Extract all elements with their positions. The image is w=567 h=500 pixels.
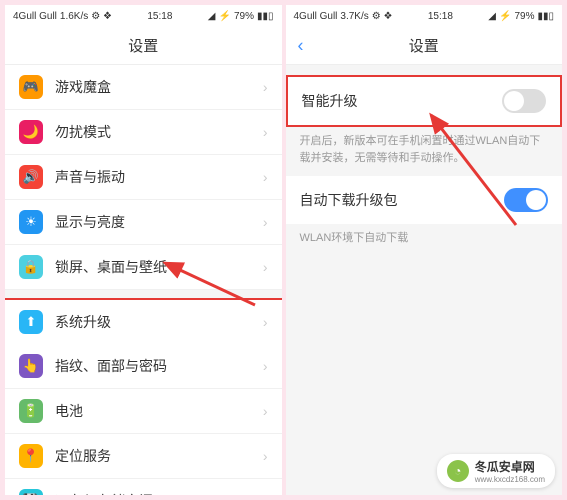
item-icon: 🔊 <box>19 165 43 189</box>
item-label: 运存与存储空间 <box>55 491 263 495</box>
item-icon: 💾 <box>19 489 43 495</box>
item-label: 游戏魔盒 <box>55 77 263 97</box>
settings-item-7[interactable]: 🔋 电池› <box>5 389 282 434</box>
item-label: 指纹、面部与密码 <box>55 356 263 376</box>
status-bar: 4Gull Gull 3.7K/s ⚙ ❖ 15:18 ◢ ⚡ 79% ▮▮▯ <box>286 5 563 27</box>
auto-download-toggle[interactable] <box>504 188 548 212</box>
wifi-icon: ⚡ <box>499 11 511 22</box>
settings-item-0[interactable]: 🎮 游戏魔盒› <box>5 65 282 110</box>
settings-item-2[interactable]: 🔊 声音与振动› <box>5 155 282 200</box>
network-label: 4Gull Gull <box>13 11 57 22</box>
chevron-right-icon: › <box>263 448 268 464</box>
item-icon: 🎮 <box>19 75 43 99</box>
settings-list: 🎮游戏魔盒›🌙勿扰模式›🔊声音与振动›☀显示与亮度›🔒锁屏、桌面与壁纸›⬆系统升… <box>5 65 282 495</box>
item-label: 显示与亮度 <box>55 212 263 232</box>
item-label: 声音与振动 <box>55 167 263 187</box>
android-icon: ◔ <box>447 460 469 482</box>
chevron-right-icon: › <box>263 314 268 330</box>
item-icon: 🔒 <box>19 255 43 279</box>
battery-icon: ▮▮▯ <box>537 11 554 22</box>
item-icon: 📍 <box>19 444 43 468</box>
battery-pct: 79% <box>234 11 254 22</box>
chevron-right-icon: › <box>263 124 268 140</box>
settings-item-1[interactable]: 🌙 勿扰模式› <box>5 110 282 155</box>
settings-item-8[interactable]: 📍 定位服务› <box>5 434 282 479</box>
item-label: 锁屏、桌面与壁纸 <box>55 257 263 277</box>
item-label: 系统升级 <box>55 312 263 332</box>
phone-left: 4Gull Gull 1.6K/s ⚙ ❖ 15:18 ◢ ⚡ 79% ▮▮▯ … <box>5 5 282 495</box>
smart-upgrade-toggle[interactable] <box>502 89 546 113</box>
header: 设置 <box>5 27 282 65</box>
wifi-icon: ⚡ <box>219 11 231 22</box>
chevron-right-icon: › <box>263 214 268 230</box>
auto-download-row[interactable]: 自动下载升级包 <box>286 176 563 224</box>
chevron-right-icon: › <box>263 79 268 95</box>
battery-icon: ▮▮▯ <box>257 11 274 22</box>
battery-pct: 79% <box>514 11 534 22</box>
speed-label: 1.6K/s <box>60 11 88 22</box>
settings-item-3[interactable]: ☀ 显示与亮度› <box>5 200 282 245</box>
settings-item-6[interactable]: 👆 指纹、面部与密码› <box>5 344 282 389</box>
status-bar: 4Gull Gull 1.6K/s ⚙ ❖ 15:18 ◢ ⚡ 79% ▮▮▯ <box>5 5 282 27</box>
watermark-name: 冬瓜安卓网 <box>475 460 535 474</box>
chevron-right-icon: › <box>263 259 268 275</box>
chevron-right-icon: › <box>263 169 268 185</box>
phone-right: 4Gull Gull 3.7K/s ⚙ ❖ 15:18 ◢ ⚡ 79% ▮▮▯ … <box>286 5 563 495</box>
smart-upgrade-label: 智能升级 <box>302 91 358 111</box>
settings-item-5[interactable]: ⬆ 系统升级› <box>5 298 282 346</box>
network-label: 4Gull Gull <box>294 11 338 22</box>
settings-item-9[interactable]: 💾 运存与存储空间› <box>5 479 282 495</box>
item-label: 定位服务 <box>55 446 263 466</box>
status-icons: ⚙ ❖ <box>372 11 393 22</box>
time-label: 15:18 <box>147 11 172 22</box>
item-label: 勿扰模式 <box>55 122 263 142</box>
signal-icon: ◢ <box>208 11 216 22</box>
watermark: ◔ 冬瓜安卓网 www.kxcdz168.com <box>437 454 555 488</box>
watermark-url: www.kxcdz168.com <box>475 475 545 484</box>
back-icon[interactable]: ‹ <box>298 35 304 56</box>
item-icon: 👆 <box>19 354 43 378</box>
settings-item-4[interactable]: 🔒 锁屏、桌面与壁纸› <box>5 245 282 290</box>
item-label: 电池 <box>55 401 263 421</box>
smart-upgrade-highlight: 智能升级 <box>286 75 563 127</box>
smart-upgrade-row[interactable]: 智能升级 <box>288 77 561 125</box>
time-label: 15:18 <box>428 11 453 22</box>
page-title: 设置 <box>128 38 158 55</box>
signal-icon: ◢ <box>488 11 496 22</box>
status-icons: ⚙ ❖ <box>91 11 112 22</box>
chevron-right-icon: › <box>263 493 268 495</box>
item-icon: ☀ <box>19 210 43 234</box>
item-icon: 🌙 <box>19 120 43 144</box>
item-icon: 🔋 <box>19 399 43 423</box>
speed-label: 3.7K/s <box>340 11 368 22</box>
page-title: 设置 <box>409 38 439 55</box>
chevron-right-icon: › <box>263 358 268 374</box>
auto-download-desc: WLAN环境下自动下载 <box>286 224 563 257</box>
chevron-right-icon: › <box>263 403 268 419</box>
auto-download-label: 自动下载升级包 <box>300 190 398 210</box>
smart-upgrade-desc: 开启后，新版本可在手机闲置时通过WLAN自动下载并安装，无需等待和手动操作。 <box>286 127 563 176</box>
item-icon: ⬆ <box>19 310 43 334</box>
header: ‹ 设置 <box>286 27 563 65</box>
